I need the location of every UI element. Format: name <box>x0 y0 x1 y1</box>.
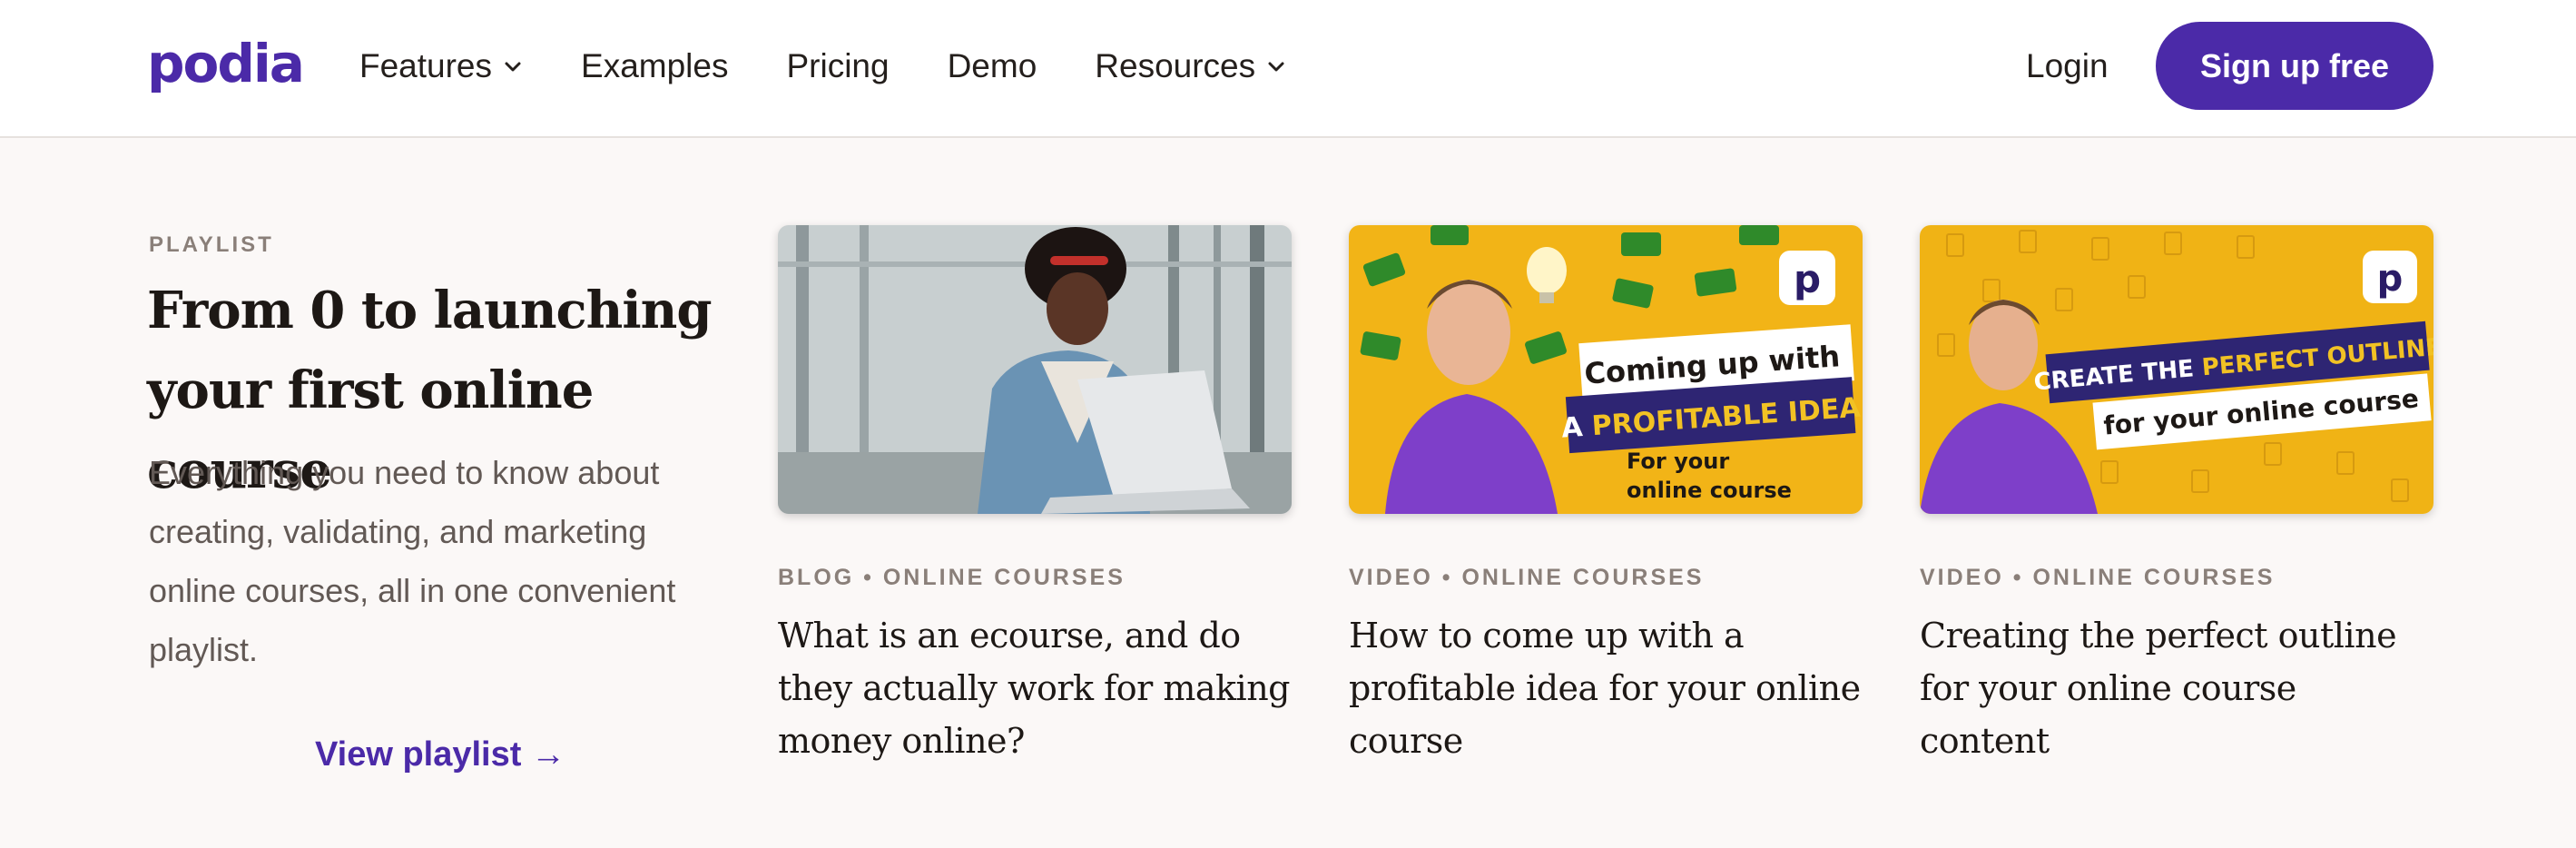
card-tag: VIDEO • ONLINE COURSES <box>1920 565 2276 590</box>
svg-text:online course: online course <box>1627 478 1792 503</box>
perfect-outline-video-image: p CREATE THE PERFECT OUTLINE for your on… <box>1920 225 2433 514</box>
card-thumbnail-woman-laptop[interactable] <box>778 225 1292 514</box>
nav-item-pricing[interactable]: Pricing <box>786 47 889 85</box>
article-card[interactable]: p Coming up with A PROFITABLE IDEA For y… <box>1349 225 1863 767</box>
card-title[interactable]: What is an ecourse, and do they actually… <box>778 609 1292 767</box>
chevron-down-icon <box>505 62 521 72</box>
nav-item-label: Examples <box>581 47 729 84</box>
main-nav: Features Examples Pricing Demo Resources <box>359 0 1344 133</box>
svg-text:p: p <box>2377 258 2404 300</box>
card-thumbnail-perfect-outline[interactable]: p CREATE THE PERFECT OUTLINE for your on… <box>1920 225 2433 514</box>
card-tag: BLOG • ONLINE COURSES <box>778 565 1126 590</box>
article-card[interactable]: BLOG • ONLINE COURSES What is an ecourse… <box>778 225 1292 767</box>
nav-item-features[interactable]: Features <box>359 47 523 85</box>
chevron-down-icon <box>1268 62 1284 72</box>
nav-item-label: Demo <box>947 47 1037 84</box>
nav-item-label: Resources <box>1095 47 1256 84</box>
playlist-description: Everything you need to know about creati… <box>149 454 676 668</box>
view-playlist-link[interactable]: View playlist → <box>315 735 565 774</box>
top-nav-bar: podia Features Examples Pricing Demo Res… <box>0 0 2576 138</box>
profitable-idea-video-image: p Coming up with A PROFITABLE IDEA For y… <box>1349 225 1863 514</box>
nav-item-label: Features <box>359 47 493 84</box>
card-tag: VIDEO • ONLINE COURSES <box>1349 565 1705 590</box>
article-card[interactable]: p CREATE THE PERFECT OUTLINE for your on… <box>1920 225 2433 767</box>
svg-text:p: p <box>1794 257 1821 301</box>
podia-logo[interactable]: podia <box>147 31 305 96</box>
playlist-eyebrow: PLAYLIST <box>149 232 274 257</box>
nav-item-examples[interactable]: Examples <box>581 47 728 85</box>
woman-laptop-image <box>778 225 1292 514</box>
card-thumbnail-profitable-idea[interactable]: p Coming up with A PROFITABLE IDEA For y… <box>1349 225 1863 514</box>
sign-up-free-button[interactable]: Sign up free <box>2156 22 2433 110</box>
nav-item-demo[interactable]: Demo <box>948 47 1037 85</box>
card-title[interactable]: How to come up with a profitable idea fo… <box>1349 609 1863 767</box>
nav-item-resources[interactable]: Resources <box>1095 47 1286 85</box>
login-link[interactable]: Login <box>2026 44 2109 89</box>
svg-text:For your: For your <box>1627 449 1729 474</box>
nav-item-label: Pricing <box>786 47 890 84</box>
card-title[interactable]: Creating the perfect outline for your on… <box>1920 609 2433 767</box>
